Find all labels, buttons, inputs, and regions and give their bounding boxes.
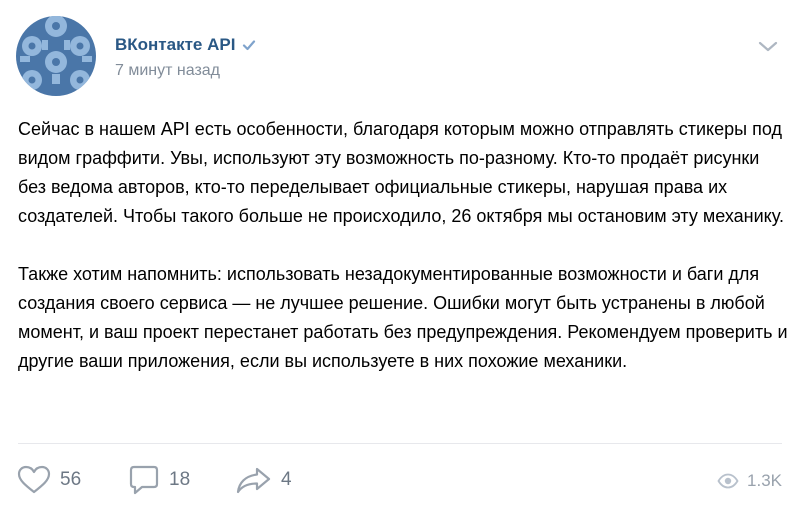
comment-count: 18 [169,469,191,490]
views-count: 1.3K [747,471,782,490]
eye-icon [717,473,739,489]
comment-button[interactable]: 18 [128,462,190,498]
chevron-down-icon[interactable] [757,40,779,54]
avatar[interactable] [16,16,96,96]
post-timestamp[interactable]: 7 минут назад [115,62,220,80]
like-button[interactable]: 56 [17,462,81,498]
wall-post: ВКонтакте API 7 минут назад Сейчас в наш… [0,0,799,513]
share-count: 4 [281,469,292,490]
views-counter: 1.3K [717,467,782,495]
post-text: Сейчас в нашем API есть особенности, бла… [18,115,788,376]
gear-pattern-avatar-icon [16,16,96,96]
like-count: 56 [60,469,82,490]
heart-icon [17,465,51,494]
post-paragraph: Также хотим напомнить: использовать неза… [18,264,788,371]
author-name[interactable]: ВКонтакте API [115,35,235,55]
share-button[interactable]: 4 [236,462,292,498]
divider [18,443,782,444]
comment-bubble-icon [129,465,159,495]
share-arrow-icon [236,467,271,494]
verified-check-icon [243,40,256,51]
post-paragraph: Сейчас в нашем API есть особенности, бла… [18,119,784,226]
post-author[interactable]: ВКонтакте API [115,35,256,55]
